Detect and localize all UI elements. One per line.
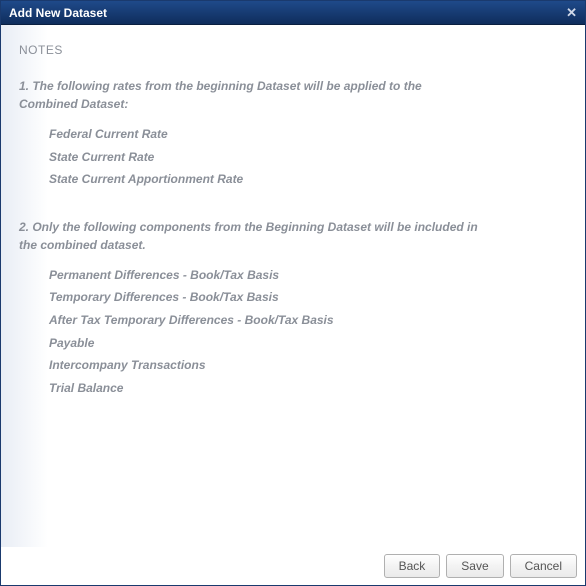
note-item: Payable [49,336,567,352]
titlebar: Add New Dataset ✕ [1,1,585,25]
note-paragraph-2: 2. Only the following components from th… [19,218,479,254]
notes-heading: NOTES [19,43,567,57]
note-list-2: Permanent Differences - Book/Tax Basis T… [49,268,567,397]
note-item: Intercompany Transactions [49,358,567,374]
note-item: Permanent Differences - Book/Tax Basis [49,268,567,284]
cancel-button[interactable]: Cancel [510,554,577,578]
note-item: After Tax Temporary Differences - Book/T… [49,313,567,329]
dialog-content: NOTES 1. The following rates from the be… [1,25,585,547]
back-button[interactable]: Back [384,554,441,578]
note-item: State Current Rate [49,150,567,166]
close-icon[interactable]: ✕ [564,4,579,21]
note-item: Federal Current Rate [49,127,567,143]
note-item: Trial Balance [49,381,567,397]
note-item: State Current Apportionment Rate [49,172,567,188]
note-list-1: Federal Current Rate State Current Rate … [49,127,567,188]
dialog-footer: Back Save Cancel [1,547,585,585]
save-button[interactable]: Save [446,554,503,578]
dialog-title: Add New Dataset [9,6,107,20]
note-paragraph-1: 1. The following rates from the beginnin… [19,77,479,113]
add-new-dataset-dialog: Add New Dataset ✕ NOTES 1. The following… [0,0,586,586]
note-item: Temporary Differences - Book/Tax Basis [49,290,567,306]
